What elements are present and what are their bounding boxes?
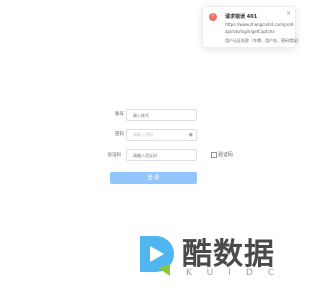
close-icon[interactable]: × <box>286 10 291 17</box>
notification-title: 请求错误 401 <box>225 14 258 20</box>
kuidc-logo-icon <box>140 236 174 276</box>
eye-icon[interactable]: ◉ <box>189 130 193 140</box>
watermark-subtext: KUIDC <box>186 268 290 278</box>
username-input[interactable] <box>126 109 197 121</box>
error-circle-icon: ! <box>209 13 217 21</box>
password-input[interactable]: 请输入密码 ◉ <box>126 129 197 141</box>
notification-url-line1: https://www.zhongcaihd.com/prod- <box>225 22 295 27</box>
password-placeholder: 请输入密码 <box>133 132 153 137</box>
notification-url-line2: api/sds/login/getCaptcha <box>225 29 275 34</box>
watermark-text: 酷数据 <box>182 237 275 272</box>
captcha-input[interactable] <box>126 149 197 161</box>
login-button[interactable]: 登 录 <box>110 172 197 184</box>
notification-message: 用户认证失败（令牌、用户名、密码错误） <box>225 38 301 43</box>
captcha-label: 验证码 <box>107 153 122 158</box>
captcha-image-alt: 验证码 <box>218 152 234 158</box>
watermark-logo: 酷数据 KUIDC <box>130 228 290 284</box>
username-label: 账号 <box>115 112 124 117</box>
captcha-image[interactable]: 验证码 <box>211 151 233 158</box>
error-notification: ! 请求错误 401 × https://www.zhongcaihd.com/… <box>202 6 301 48</box>
broken-image-icon <box>211 151 217 158</box>
password-label: 密码 <box>115 132 124 137</box>
